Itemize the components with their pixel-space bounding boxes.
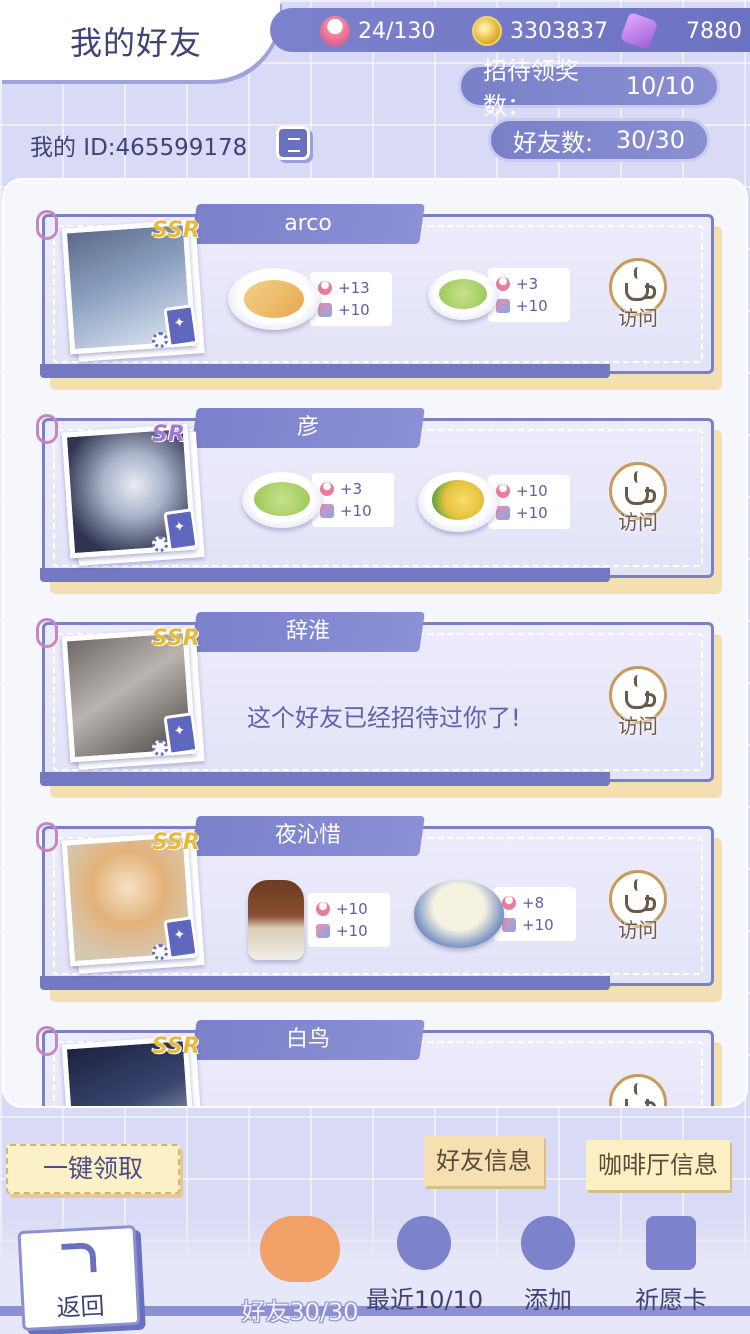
tab-recent[interactable]: 最近10/10 [366, 1216, 483, 1315]
back-label: 返回 [55, 1291, 106, 1323]
gift-icon [318, 303, 332, 317]
crystal-value: 7880 [686, 18, 742, 44]
paperclip-icon [36, 210, 58, 240]
reception-value: 10/10 [625, 72, 695, 100]
cake-icon [318, 281, 332, 295]
food-reward: +3 +10 [242, 472, 394, 528]
cafe-info-button[interactable]: 咖啡厅信息 [586, 1140, 730, 1190]
rarity-badge: SSR [152, 218, 200, 243]
friend-count-value: 30/30 [615, 126, 685, 154]
friend-card[interactable]: 白鸟 SSR 访问 [36, 1020, 722, 1106]
reception-reward-count: 招待领奖数： 10/10 [458, 57, 720, 120]
green-soup-icon [428, 270, 498, 320]
rarity-badge: SSR [152, 830, 200, 855]
card-badge-icon [163, 304, 199, 348]
friend-name: 辞淮 [285, 619, 330, 644]
visit-button[interactable]: 访问 [608, 666, 668, 744]
gear-icon [152, 740, 168, 756]
cake-icon [496, 484, 510, 498]
food-reward: +10 +10 [418, 472, 570, 532]
card-badge-icon [163, 916, 199, 960]
crystal-icon [619, 11, 659, 51]
gear-icon [152, 536, 168, 552]
gear-icon [152, 332, 168, 348]
gift-icon [320, 504, 334, 518]
claim-all-button[interactable]: 一键领取 [6, 1144, 180, 1194]
friend-count-label: 好友数: [513, 128, 594, 157]
food-reward: +8 +10 [414, 880, 576, 948]
food-reward: +13 +10 [228, 268, 392, 330]
cake-icon [320, 16, 350, 46]
add-friend-icon [521, 1216, 575, 1270]
friend-card[interactable]: 辞淮 SSR 这个好友已经招待过你了! 访问 [36, 612, 722, 798]
crystal-resource[interactable]: 7880 [619, 11, 742, 51]
friend-count: 好友数: 30/30 [488, 118, 710, 162]
recent-icon [397, 1216, 451, 1270]
visit-button[interactable]: 访问 [608, 462, 668, 540]
friend-list[interactable]: arco SSR +13 +10 +3 +10 访问 [2, 178, 748, 1108]
food-reward: +3 +10 [428, 268, 570, 322]
cake-icon [316, 902, 330, 916]
stamina-value: 24/130 [358, 18, 436, 44]
chocolate-sundae-icon [248, 880, 304, 960]
visit-button[interactable]: 访问 [608, 870, 668, 948]
stamina-resource[interactable]: 24/130 [320, 16, 435, 46]
friend-name: arco [284, 211, 332, 236]
paperclip-icon [36, 822, 58, 852]
back-arrow-icon [61, 1242, 97, 1274]
coin-icon [472, 16, 502, 46]
tab-friends[interactable]: 好友30/30 [238, 1216, 362, 1327]
back-button[interactable]: 返回 [17, 1224, 141, 1332]
rarity-badge: SR [152, 422, 185, 447]
dumpling-bowl-icon [414, 880, 504, 948]
rarity-badge: SSR [152, 626, 200, 651]
paperclip-icon [36, 414, 58, 444]
pizza-dish-icon [228, 268, 320, 330]
paperclip-icon [36, 618, 58, 648]
friend-card[interactable]: 彦 SR +3 +10 +10 +10 访问 [36, 408, 722, 594]
page-title: 我的好友 [70, 24, 203, 62]
card-badge-icon [163, 508, 199, 552]
gift-icon [316, 924, 330, 938]
card-badge-icon [163, 712, 199, 756]
paperclip-icon [36, 1026, 58, 1056]
friend-name: 彦 [296, 415, 319, 440]
egg-salad-icon [418, 472, 498, 532]
gift-icon [502, 918, 516, 932]
wish-card-icon [646, 1216, 696, 1270]
tab-add[interactable]: 添加 [508, 1216, 588, 1315]
tab-wish-card[interactable]: 祈愿卡 [626, 1216, 716, 1315]
coin-resource[interactable]: 3303837 [472, 16, 608, 46]
coin-value: 3303837 [510, 18, 608, 44]
friend-card[interactable]: 夜沁惜 SSR +10 +10 +8 +10 访问 [36, 816, 722, 1002]
cake-icon [502, 896, 516, 910]
friend-info-button[interactable]: 好友信息 [424, 1136, 544, 1186]
already-received-message: 这个好友已经招待过你了! [247, 704, 521, 732]
gift-icon [496, 299, 510, 313]
friends-icon [260, 1216, 340, 1282]
green-soup-icon [242, 472, 322, 528]
copy-icon[interactable] [276, 126, 310, 160]
resource-bar: 24/130 3303837 7880 [270, 8, 750, 52]
rarity-badge: SSR [152, 1034, 200, 1059]
gift-icon [496, 506, 510, 520]
my-id: 我的 ID:465599178 [30, 135, 248, 161]
visit-button[interactable]: 访问 [608, 1074, 668, 1106]
gear-icon [152, 944, 168, 960]
reception-label: 招待领奖数： [483, 57, 579, 120]
friend-name: 白鸟 [285, 1027, 330, 1052]
cake-icon [320, 482, 334, 496]
cake-icon [496, 277, 510, 291]
coffee-cup-icon [609, 1074, 667, 1106]
food-reward: +10 +10 [248, 880, 390, 960]
friend-card[interactable]: arco SSR +13 +10 +3 +10 访问 [36, 204, 722, 390]
visit-button[interactable]: 访问 [608, 258, 668, 336]
friend-name: 夜沁惜 [274, 823, 341, 848]
